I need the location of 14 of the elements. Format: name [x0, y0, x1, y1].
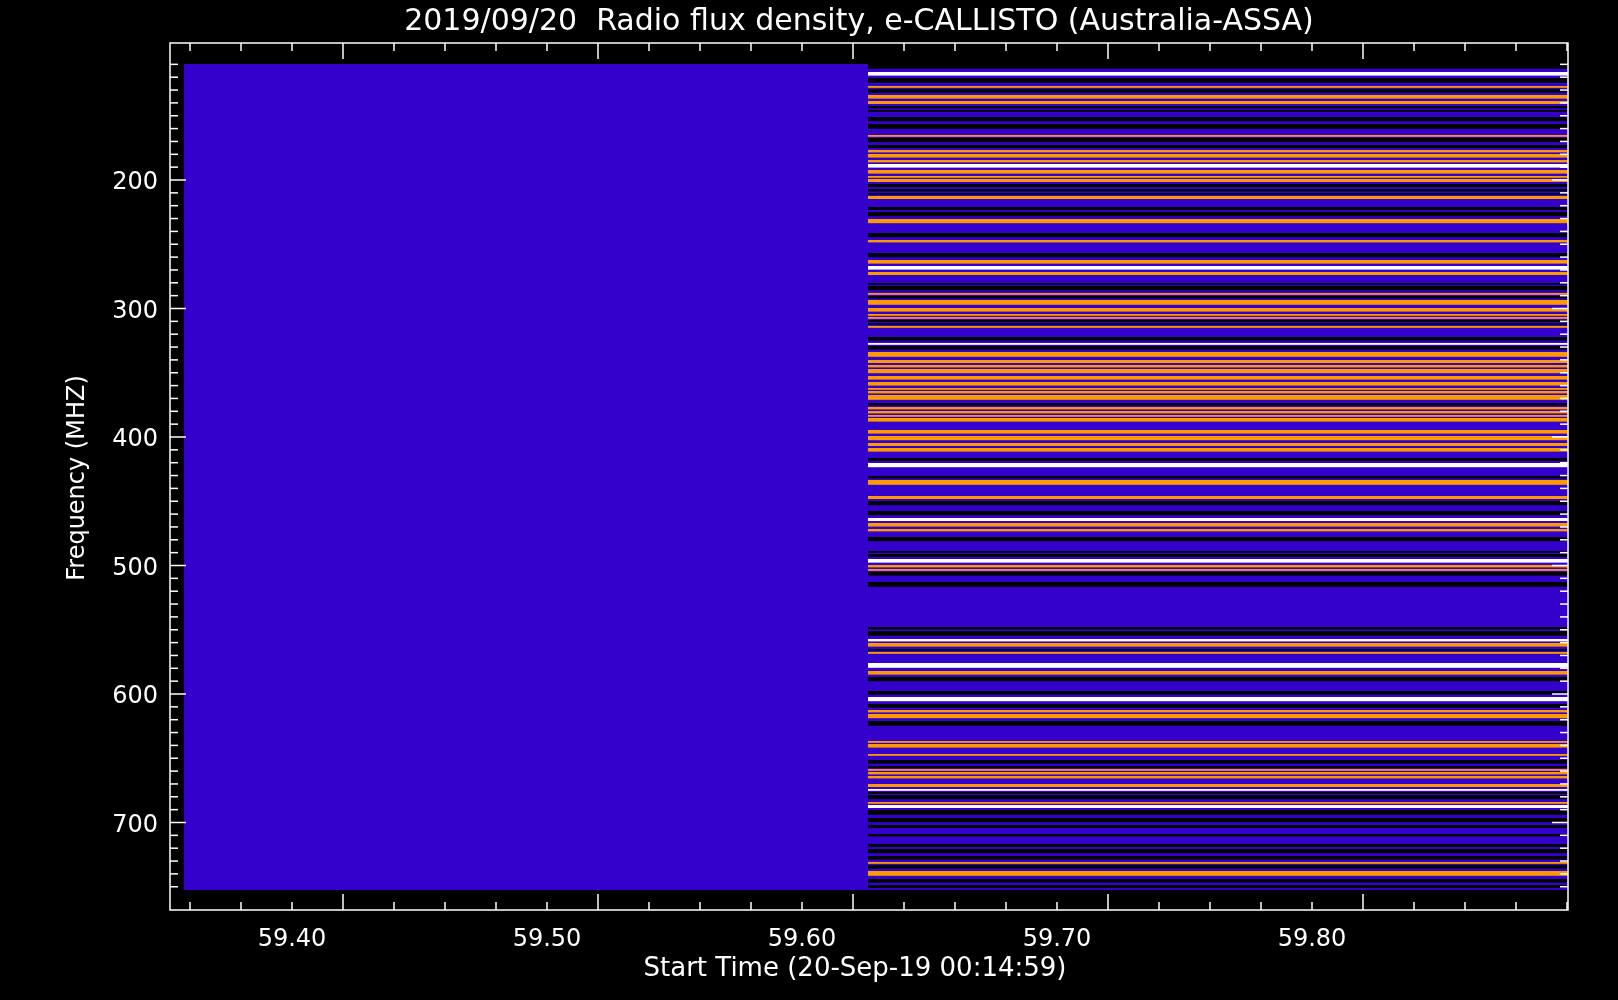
y-tick-label: 500	[112, 552, 158, 581]
x-axis-title: Start Time (20-Sep-19 00:14:59)	[643, 952, 1067, 982]
y-tick-label: 400	[112, 424, 158, 452]
x-tick-label: 59.50	[512, 924, 582, 952]
x-tick-label: 59.80	[1277, 924, 1347, 952]
x-tick-label: 59.60	[767, 924, 837, 952]
y-axis-title: Frequency (MHZ)	[62, 375, 90, 581]
y-tick-label: 600	[112, 681, 158, 709]
x-tick-label: 59.70	[1022, 924, 1092, 952]
y-tick-label: 700	[112, 809, 158, 838]
y-tick-label: 200	[112, 167, 158, 195]
y-tick-label: 300	[112, 295, 158, 324]
x-tick-label: 59.40	[257, 924, 327, 952]
chart-title: 2019/09/20 Radio flux density, e-CALLISTO (Australia-ASSA)	[404, 2, 1314, 37]
